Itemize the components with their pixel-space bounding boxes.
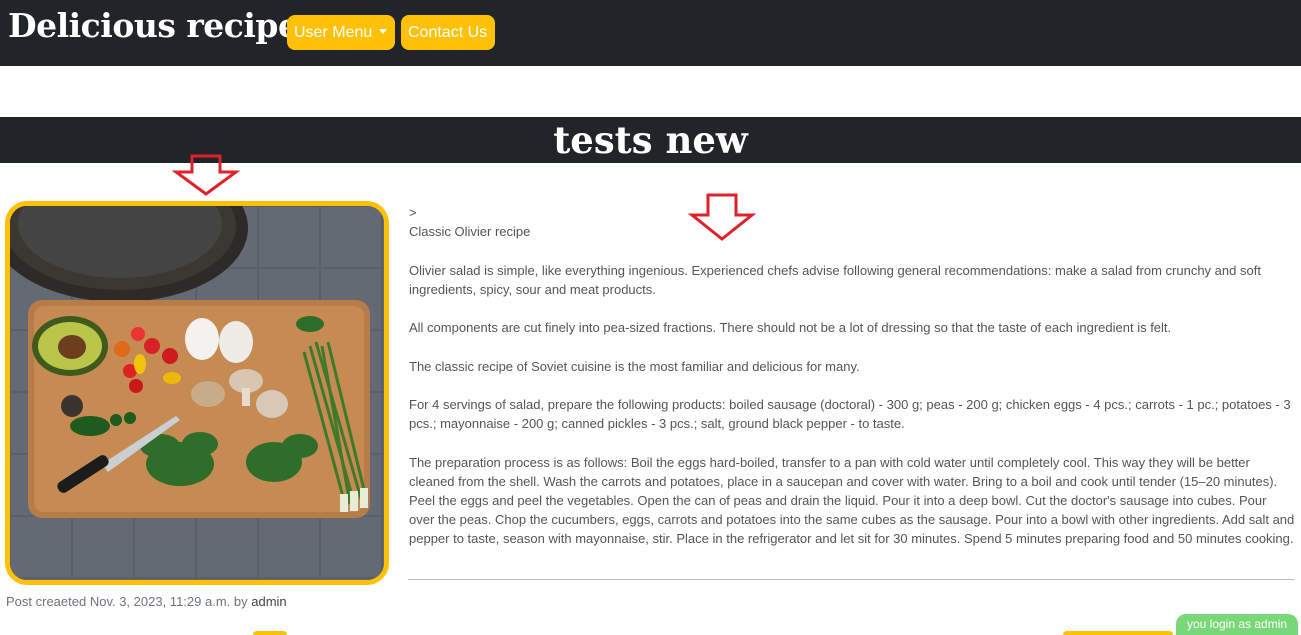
breadcrumb: > [409,205,417,220]
login-status-badge: you login as admin [1176,614,1298,635]
post-author-link[interactable]: admin [251,594,286,609]
site-brand[interactable]: Delicious recipes [8,6,317,45]
user-menu-button[interactable]: User Menu [287,15,395,50]
post-meta: Post creaeted Nov. 3, 2023, 11:29 a.m. b… [6,594,287,609]
partial-button[interactable] [1063,631,1173,635]
recipe-paragraph: For 4 servings of salad, prepare the fol… [409,396,1291,432]
recipe-paragraph: All components are cut finely into pea-s… [409,320,1172,336]
recipe-image [5,201,389,585]
user-menu-label: User Menu [294,24,373,41]
recipe-heading: Classic Olivier recipe [409,224,531,240]
top-navbar: Delicious recipes User Menu Contact Us [0,0,1301,66]
post-date: Post creaeted Nov. 3, 2023, 11:29 a.m. b… [6,594,248,609]
food-illustration [10,206,384,580]
recipe-content: > Classic Olivier recipe Olivier salad i… [409,203,1295,549]
contact-us-button[interactable]: Contact Us [401,15,495,50]
down-arrow-icon [172,154,240,196]
partial-button[interactable] [253,631,287,635]
chevron-down-icon [379,29,388,35]
recipe-paragraph: Olivier salad is simple, like everything… [409,262,1261,297]
recipe-paragraph: The preparation process is as follows: B… [409,454,1295,547]
recipe-paragraph: The classic recipe of Soviet cuisine is … [409,358,860,374]
content-divider [408,579,1294,580]
